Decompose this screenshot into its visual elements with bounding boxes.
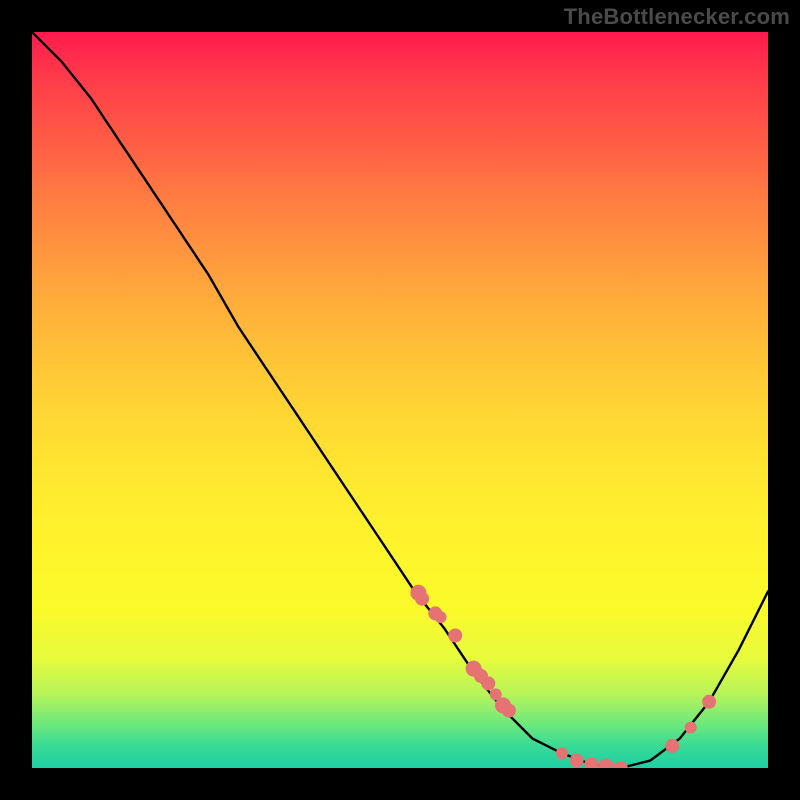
highlight-point (502, 704, 516, 718)
highlight-point (448, 629, 462, 643)
highlight-points-group (410, 585, 716, 768)
chart-frame: TheBottlenecker.com (0, 0, 800, 800)
watermark-text: TheBottlenecker.com (564, 4, 790, 30)
highlight-point (614, 761, 628, 768)
highlight-point (415, 592, 429, 606)
chart-svg (32, 32, 768, 768)
bottleneck-curve (32, 32, 768, 768)
highlight-point (481, 676, 495, 690)
highlight-point (598, 759, 614, 769)
highlight-point (702, 695, 716, 709)
highlight-point (584, 757, 598, 768)
plot-area (32, 32, 768, 768)
highlight-point (556, 747, 568, 759)
highlight-point (570, 754, 584, 768)
highlight-point (685, 722, 697, 734)
highlight-point (435, 611, 447, 623)
highlight-point (665, 739, 679, 753)
